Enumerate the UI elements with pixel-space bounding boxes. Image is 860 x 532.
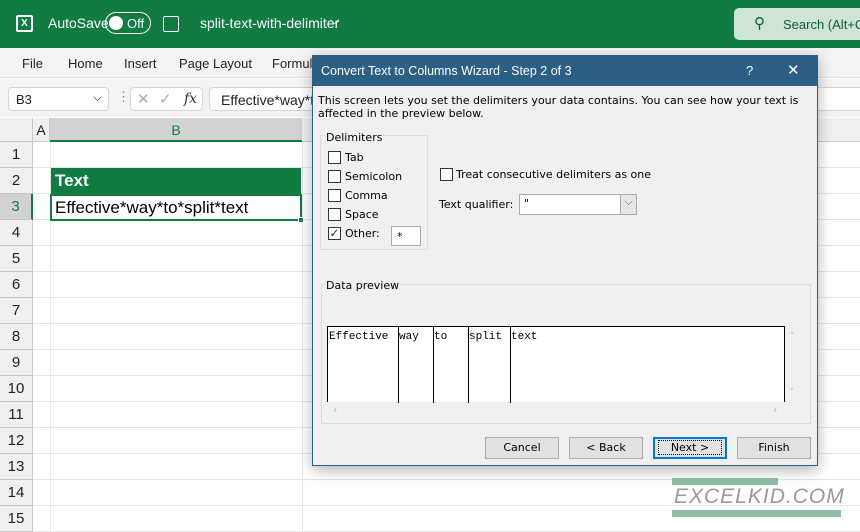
function-icon[interactable]: fx: [184, 91, 197, 107]
row-header-6[interactable]: 6: [0, 272, 33, 298]
cell-b3-selected[interactable]: Effective*way*to*split*text: [50, 194, 302, 221]
row-header-14[interactable]: 14: [0, 480, 33, 506]
row-header-12[interactable]: 12: [0, 428, 33, 454]
search-box[interactable]: ⚲ Search (Alt+C: [734, 8, 860, 40]
check-icon[interactable]: ✓: [159, 90, 172, 108]
semicolon-label[interactable]: Semicolon: [345, 170, 402, 183]
finish-button[interactable]: Finish: [737, 437, 811, 459]
help-button[interactable]: ?: [746, 63, 753, 78]
cancel-icon[interactable]: ✕: [137, 90, 150, 108]
row-header-9[interactable]: 9: [0, 350, 33, 376]
tab-insert[interactable]: Insert: [124, 56, 157, 71]
row-header-5[interactable]: 5: [0, 246, 33, 272]
preview-column: text: [511, 331, 538, 343]
preview-column: way: [399, 331, 419, 343]
row-header-13[interactable]: 13: [0, 454, 33, 480]
row-header-2[interactable]: 2: [0, 168, 33, 194]
scroll-up-icon[interactable]: ˄: [789, 330, 795, 343]
scroll-left-icon[interactable]: ‹: [333, 403, 337, 416]
excel-logo-icon: X: [16, 15, 33, 32]
next-button[interactable]: Next >: [653, 437, 727, 459]
comma-checkbox[interactable]: [328, 189, 341, 202]
semicolon-checkbox[interactable]: [328, 170, 341, 183]
row-header-11[interactable]: 11: [0, 402, 33, 428]
row-header-3[interactable]: 3: [0, 194, 33, 220]
space-label[interactable]: Space: [345, 208, 379, 221]
chevron-down-icon[interactable]: ⌵: [620, 195, 636, 214]
select-all-corner[interactable]: [0, 118, 33, 142]
close-icon[interactable]: ✕: [787, 61, 800, 79]
other-delimiter-input[interactable]: *: [391, 226, 421, 246]
scroll-down-icon[interactable]: ˅: [789, 386, 795, 399]
column-header-a[interactable]: A: [33, 118, 50, 142]
space-checkbox[interactable]: [328, 208, 341, 221]
tab-label[interactable]: Tab: [345, 151, 364, 164]
tab-formulas[interactable]: Formul: [272, 56, 312, 71]
row-header-8[interactable]: 8: [0, 324, 33, 350]
row-header-4[interactable]: 4: [0, 220, 33, 246]
tab-checkbox[interactable]: [328, 151, 341, 164]
formula-buttons: ✕ ✓ fx: [130, 87, 203, 111]
chevron-down-icon[interactable]: ⌵: [330, 13, 339, 28]
scroll-right-icon[interactable]: ›: [773, 403, 777, 416]
column-header-b[interactable]: B: [50, 118, 302, 142]
preview-column: to: [434, 331, 448, 343]
file-name[interactable]: split-text-with-delimiter: [200, 15, 339, 31]
dialog-title-bar[interactable]: Convert Text to Columns Wizard - Step 2 …: [313, 56, 817, 86]
row-header-10[interactable]: 10: [0, 376, 33, 402]
search-icon: ⚲: [754, 15, 765, 32]
data-preview-table[interactable]: Effective way to split text: [327, 326, 785, 403]
save-icon[interactable]: [163, 16, 179, 32]
dialog-description: This screen lets you set the delimiters …: [318, 94, 799, 120]
text-qualifier-label: Text qualifier:: [439, 198, 514, 211]
autosave-label: AutoSave: [48, 15, 109, 31]
preview-column: split: [469, 331, 503, 343]
fill-handle[interactable]: [298, 217, 304, 223]
back-button[interactable]: < Back: [569, 437, 643, 459]
autosave-toggle[interactable]: Off: [105, 12, 151, 34]
text-qualifier-select[interactable]: " ⌵: [519, 194, 637, 215]
consecutive-delimiters-label[interactable]: Treat consecutive delimiters as one: [456, 168, 651, 181]
tab-file[interactable]: File: [22, 56, 43, 71]
comma-label[interactable]: Comma: [345, 189, 388, 202]
title-bar: X AutoSave Off split-text-with-delimiter…: [0, 0, 860, 48]
chevron-down-icon[interactable]: ⌵: [93, 90, 102, 105]
excelkid-watermark: EXCELKID.COM: [672, 478, 844, 518]
row-header-7[interactable]: 7: [0, 298, 33, 324]
convert-text-wizard-dialog: Convert Text to Columns Wizard - Step 2 …: [312, 55, 818, 466]
preview-column: Effective: [329, 331, 389, 343]
consecutive-delimiters-checkbox[interactable]: [440, 168, 453, 181]
other-label[interactable]: Other:: [345, 227, 380, 240]
cell-b2[interactable]: Text: [51, 168, 301, 194]
row-header-15[interactable]: 15: [0, 506, 33, 532]
row-header-1[interactable]: 1: [0, 142, 33, 168]
cancel-button[interactable]: Cancel: [485, 437, 559, 459]
tab-home[interactable]: Home: [68, 56, 103, 71]
more-icon: ⋮: [117, 89, 130, 104]
tab-page-layout[interactable]: Page Layout: [179, 56, 252, 71]
other-checkbox[interactable]: ✓: [328, 227, 341, 240]
name-box[interactable]: B3 ⌵: [8, 87, 109, 111]
